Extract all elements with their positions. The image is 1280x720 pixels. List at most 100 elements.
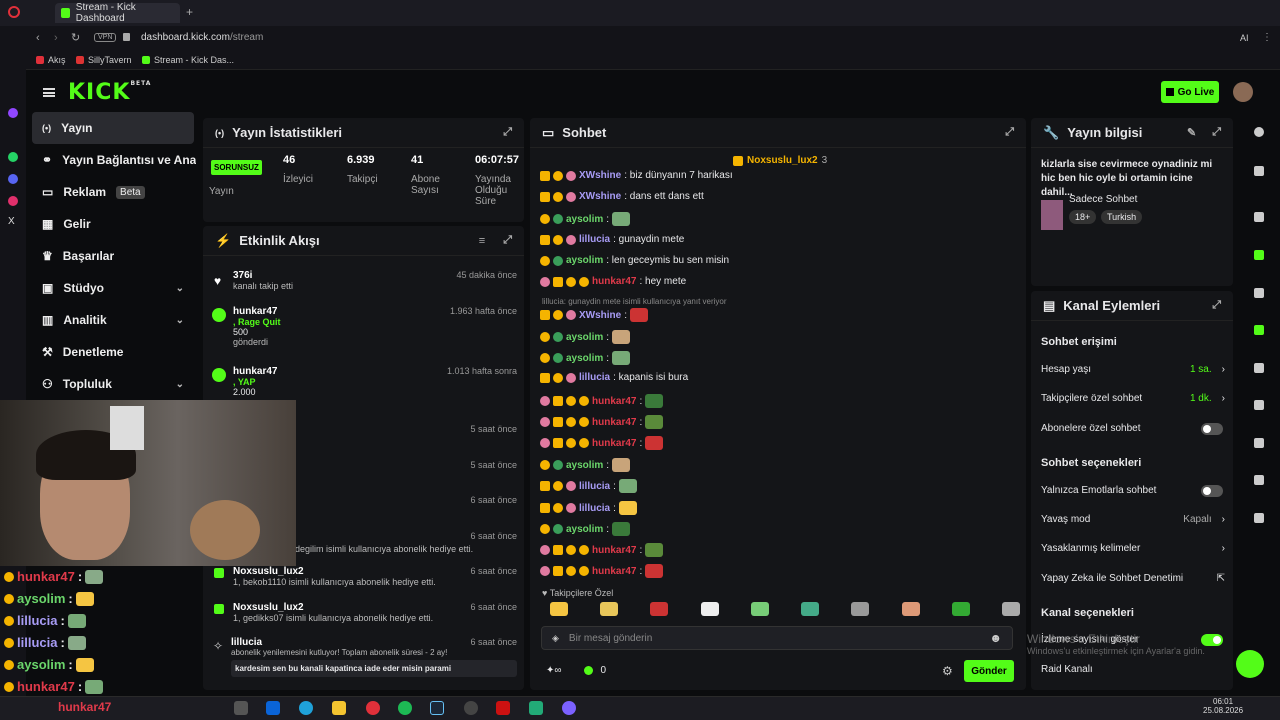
go-live-button[interactable]: Go Live [1161,81,1219,103]
chat-message[interactable]: hunkar47: [540,543,664,557]
chat-message[interactable]: lillucia: kapanis isi bura [540,372,688,383]
chat-username[interactable]: XWshine [579,170,621,181]
nav-item-reklam[interactable]: ▭ Reklam Beta [26,176,200,208]
nav-item-stream-key[interactable]: ⚭ Yayın Bağlantısı ve Anahtarı [26,144,200,176]
ai-mod-row[interactable]: Yapay Zeka ile Sohbet Denetimi ⇱ [1041,573,1225,584]
spotify-icon[interactable] [398,701,412,715]
sub-chat-toggle[interactable] [1201,423,1223,435]
chat-message[interactable]: hunkar47: [540,436,664,450]
outlook-icon[interactable] [266,701,280,715]
nav-item-basarilar[interactable]: ♛ Başarılar [26,240,200,272]
opera-taskbar-icon[interactable] [366,701,380,715]
layout-icon[interactable] [1254,212,1264,222]
chat-username[interactable]: aysolim [566,255,603,266]
task-view-icon[interactable] [234,701,248,715]
chat-username[interactable]: aysolim [566,524,603,535]
emote-icon[interactable] [851,602,870,616]
kick-logo[interactable]: KICKBETA [68,80,151,105]
nav-item-topluluk[interactable]: ⚇ Topluluk ⌄ [26,368,200,400]
account-age-row[interactable]: Hesap yaşı 1 sa. › [1041,364,1225,375]
bookmark-akis[interactable]: Akış [36,55,66,65]
emote-icon[interactable] [550,602,568,616]
chat-message[interactable]: lillucia: [540,479,637,493]
emote-icon[interactable] [650,602,669,616]
sidebar-twitch-icon[interactable] [8,108,18,118]
explorer-icon[interactable] [332,701,346,715]
url-field[interactable]: dashboard.kick.com/stream [141,32,263,43]
chat-username[interactable]: lillucia [579,372,610,383]
chat-message[interactable]: aysolim: [540,330,631,344]
chat-message[interactable]: aysolim: [540,522,631,536]
chat-message[interactable]: hunkar47: hey mete [540,276,686,287]
expand-icon[interactable]: ⤢ [1212,126,1221,139]
chat-input[interactable]: ◈ Bir mesaj gönderin ☻ [541,626,1013,650]
ai-button[interactable]: AI [1240,33,1249,43]
nav-item-yayin[interactable]: (•) Yayın [32,112,194,144]
app-icon[interactable] [464,701,478,715]
chat-message[interactable]: hunkar47: [540,564,664,578]
sidebar-discord-icon[interactable] [8,174,18,184]
expand-icon[interactable]: ⤢ [1212,299,1221,312]
bookmark-kick[interactable]: Stream - Kick Das... [142,55,234,65]
pencil-icon[interactable] [1254,166,1264,176]
chat-username[interactable]: hunkar47 [592,545,636,556]
raid-row[interactable]: Raid Kanalı [1041,664,1225,675]
nav-item-gelir[interactable]: ▦ Gelir [26,208,200,240]
reload-icon[interactable]: ↻ [71,31,80,44]
app-icon[interactable] [562,701,576,715]
expand-icon[interactable]: ⤢ [503,126,512,139]
browser-tab[interactable]: Stream - Kick Dashboard [55,2,180,24]
chat-icon[interactable] [1254,325,1264,335]
expand-icon[interactable]: ⤢ [1005,126,1014,139]
chat-message[interactable]: aysolim: [540,351,631,365]
chat-message[interactable]: lillucia: [540,501,637,515]
nodes-icon[interactable] [1254,475,1264,485]
send-button[interactable]: Gönder [964,660,1014,682]
edge-icon[interactable] [299,701,313,715]
chat-message[interactable]: XWshine: dans ett dans ett [540,191,704,202]
app-icon[interactable] [496,701,510,715]
chat-username[interactable]: hunkar47 [592,417,636,428]
follower-chat-row[interactable]: Takipçilere özel sohbet 1 dk. › [1041,393,1225,404]
sidebar-instagram-icon[interactable] [8,196,18,206]
emote-icon[interactable] [801,602,820,616]
chat-message[interactable]: XWshine: [540,308,649,322]
chat-username[interactable]: aysolim [566,214,603,225]
filter-icon[interactable]: ≡ [479,235,485,247]
wrench-icon[interactable] [1254,438,1264,448]
nav-item-denetleme[interactable]: ⚒ Denetleme [26,336,200,368]
chat-message[interactable]: XWshine: biz dünyanın 7 harikası [540,170,733,181]
bookmark-sillytavern[interactable]: SillyTavern [76,55,132,65]
chat-username[interactable]: hunkar47 [592,276,636,287]
bolt-icon[interactable] [1254,250,1264,260]
opera-icon[interactable] [8,6,20,18]
chat-username[interactable]: lillucia [579,234,610,245]
chat-message[interactable]: hunkar47: [540,415,664,429]
nav-item-analitik[interactable]: ▥ Analitik ⌄ [26,304,200,336]
shield-icon[interactable] [1254,513,1264,523]
forward-icon[interactable]: › [54,32,58,44]
chat-username[interactable]: lillucia [579,481,610,492]
chat-message[interactable]: lillucia: gunaydin mete [540,234,684,245]
emote-icon[interactable] [951,602,970,616]
chat-username[interactable]: aysolim [566,332,603,343]
chat-message[interactable]: aysolim: len geceymis bu sen misin [540,255,729,266]
chat-username[interactable]: hunkar47 [592,566,636,577]
actions-icon[interactable] [1254,400,1264,410]
channel-points[interactable]: ✦∞ 0 [546,665,606,676]
emote-icon[interactable] [700,602,719,616]
banned-words-row[interactable]: Yasaklanmış kelimeler › [1041,543,1225,554]
avatar[interactable] [1233,82,1253,102]
chat-message[interactable]: aysolim: [540,212,631,226]
vpn-badge[interactable]: VPN [94,33,117,42]
category-name[interactable]: Sadece Sohbet [1069,194,1137,205]
menu-icon[interactable]: ⋮ [1262,32,1272,43]
chat-username[interactable]: hunkar47 [592,438,636,449]
chat-username[interactable]: lillucia [579,503,610,514]
steam-icon[interactable] [430,701,444,715]
chat-username[interactable]: aysolim [566,460,603,471]
pinned-gifter[interactable]: Noxsuslu_lux2 3 [733,155,827,166]
support-chat-button[interactable] [1236,650,1264,678]
back-icon[interactable]: ‹ [36,32,40,44]
emote-only-toggle[interactable] [1201,485,1223,497]
